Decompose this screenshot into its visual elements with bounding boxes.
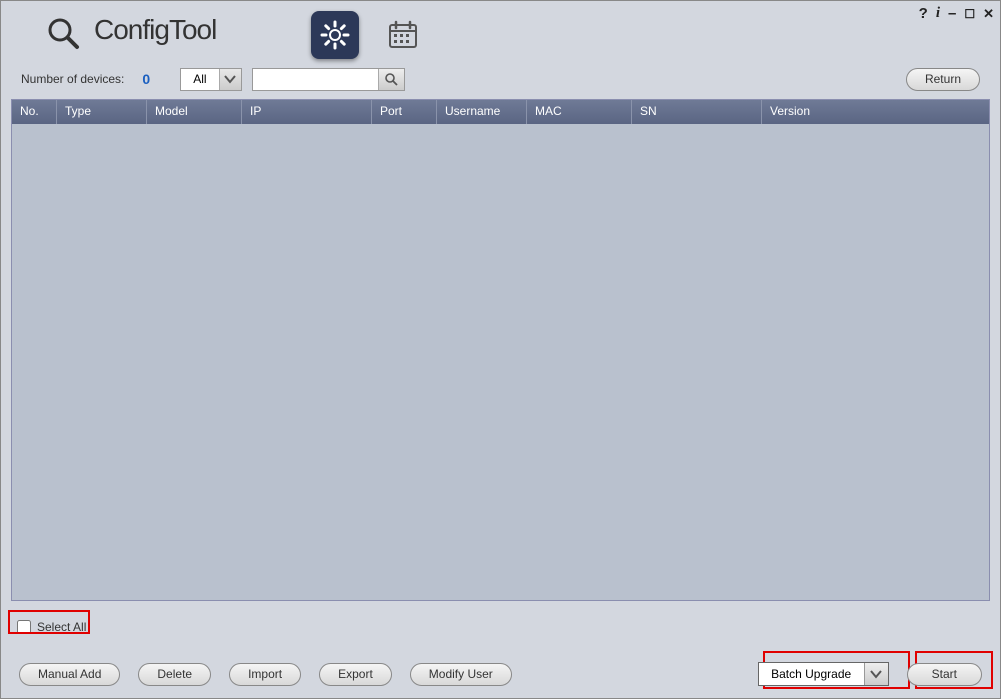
maximize-button[interactable]: ☐ [964, 7, 975, 21]
chevron-down-icon [864, 663, 888, 685]
batch-action-dropdown[interactable]: Batch Upgrade [758, 662, 889, 686]
start-button[interactable]: Start [907, 663, 982, 686]
device-table: No. Type Model IP Port Username MAC SN V… [11, 99, 990, 601]
filter-bar: Number of devices: 0 All Return [1, 59, 1000, 99]
col-port[interactable]: Port [372, 100, 437, 124]
chevron-down-icon [219, 69, 241, 90]
device-count-label: Number of devices: [21, 72, 124, 86]
export-button[interactable]: Export [319, 663, 392, 686]
search-logo-icon [46, 16, 80, 50]
select-all-label: Select All [37, 620, 86, 634]
batch-action-text: Batch Upgrade [759, 667, 864, 681]
search-button[interactable] [378, 69, 404, 90]
type-filter-dropdown[interactable]: All [180, 68, 241, 91]
toolbar [311, 11, 427, 59]
select-all-row: Select All [11, 616, 92, 638]
titlebar: ConfigTool [1, 1, 1000, 59]
col-username[interactable]: Username [437, 100, 527, 124]
search-box [252, 68, 405, 91]
device-count-value: 0 [142, 71, 150, 87]
info-icon[interactable]: i [936, 5, 940, 22]
help-icon[interactable]: ? [919, 5, 928, 22]
col-ip[interactable]: IP [242, 100, 372, 124]
search-input[interactable] [253, 69, 378, 90]
col-version[interactable]: Version [762, 100, 989, 124]
type-filter-text: All [181, 72, 218, 86]
bottom-toolbar: Manual Add Delete Import Export Modify U… [19, 662, 982, 686]
settings-tab-icon[interactable] [311, 11, 359, 59]
table-header-row: No. Type Model IP Port Username MAC SN V… [12, 100, 989, 124]
col-sn[interactable]: SN [632, 100, 762, 124]
manual-add-button[interactable]: Manual Add [19, 663, 120, 686]
modify-user-button[interactable]: Modify User [410, 663, 512, 686]
import-button[interactable]: Import [229, 663, 301, 686]
calendar-tab-icon[interactable] [379, 11, 427, 59]
close-button[interactable]: ✕ [983, 6, 994, 22]
delete-button[interactable]: Delete [138, 663, 211, 686]
col-no[interactable]: No. [12, 100, 57, 124]
minimize-button[interactable]: – [948, 5, 956, 22]
col-model[interactable]: Model [147, 100, 242, 124]
select-all-checkbox[interactable] [17, 620, 31, 634]
app-title: ConfigTool [94, 14, 216, 46]
return-button[interactable]: Return [906, 68, 980, 91]
window-controls: ? i – ☐ ✕ [919, 5, 994, 22]
col-type[interactable]: Type [57, 100, 147, 124]
col-mac[interactable]: MAC [527, 100, 632, 124]
